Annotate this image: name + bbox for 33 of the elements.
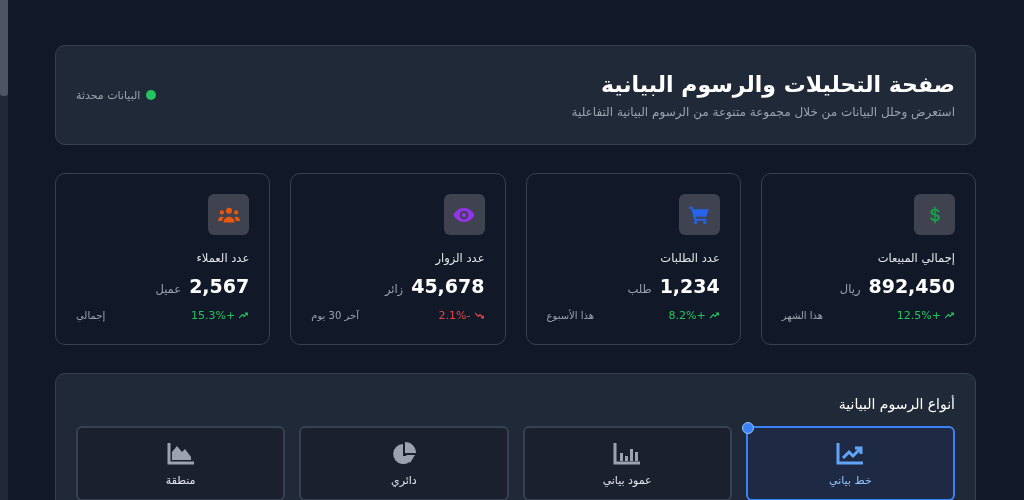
stat-value: 45,678 — [411, 275, 485, 297]
stat-change: 12.5%+ — [896, 309, 941, 322]
stat-label: عدد الزوار — [434, 251, 485, 265]
pie-chart-icon — [391, 442, 416, 466]
chart-type-button[interactable]: منطقة — [76, 426, 286, 500]
stat-period: هذا الشهر — [781, 310, 824, 321]
stat-label: إجمالي المبيعات — [876, 251, 955, 265]
status-label: البيانات محدثة — [76, 88, 141, 102]
area-chart-icon — [166, 442, 195, 466]
section-title: أنواع الرسوم البيانية — [837, 396, 955, 412]
stat-change: 2.1%- — [438, 309, 471, 322]
stat-value: 892,450 — [868, 275, 955, 297]
stat-unit: عميل — [155, 282, 182, 296]
stat-label: عدد الطلبات — [659, 251, 720, 265]
stat-unit: ريال — [839, 282, 861, 296]
stat-period: إجمالي — [76, 310, 106, 321]
stat-period: هذا الأسبوع — [546, 310, 594, 321]
page-title: صفحة التحليلات والرسوم البيانية — [600, 71, 955, 97]
bar-chart-icon — [613, 442, 642, 466]
stat-period: آخر 30 يوم — [311, 310, 359, 321]
stat-change: 15.3%+ — [191, 309, 236, 322]
chart-type-button[interactable]: دائري — [299, 426, 509, 500]
stat-unit: زائر — [384, 282, 404, 296]
stat-unit: طلب — [627, 282, 652, 296]
chart-type-button[interactable]: عمود بياني — [522, 426, 732, 500]
line-chart-icon — [836, 442, 865, 466]
page-subtitle: استعرض وحلل البيانات من خلال مجموعة متنوعة من الرسوم البيانية التفاعلية — [571, 104, 955, 119]
stat-value: 1,234 — [659, 275, 720, 297]
stat-change: 8.2%+ — [668, 309, 706, 322]
stat-label: عدد العملاء — [195, 251, 250, 265]
stat-value: 2,567 — [189, 275, 250, 297]
scrollbar[interactable] — [0, 0, 8, 500]
selected-dot — [741, 422, 754, 434]
